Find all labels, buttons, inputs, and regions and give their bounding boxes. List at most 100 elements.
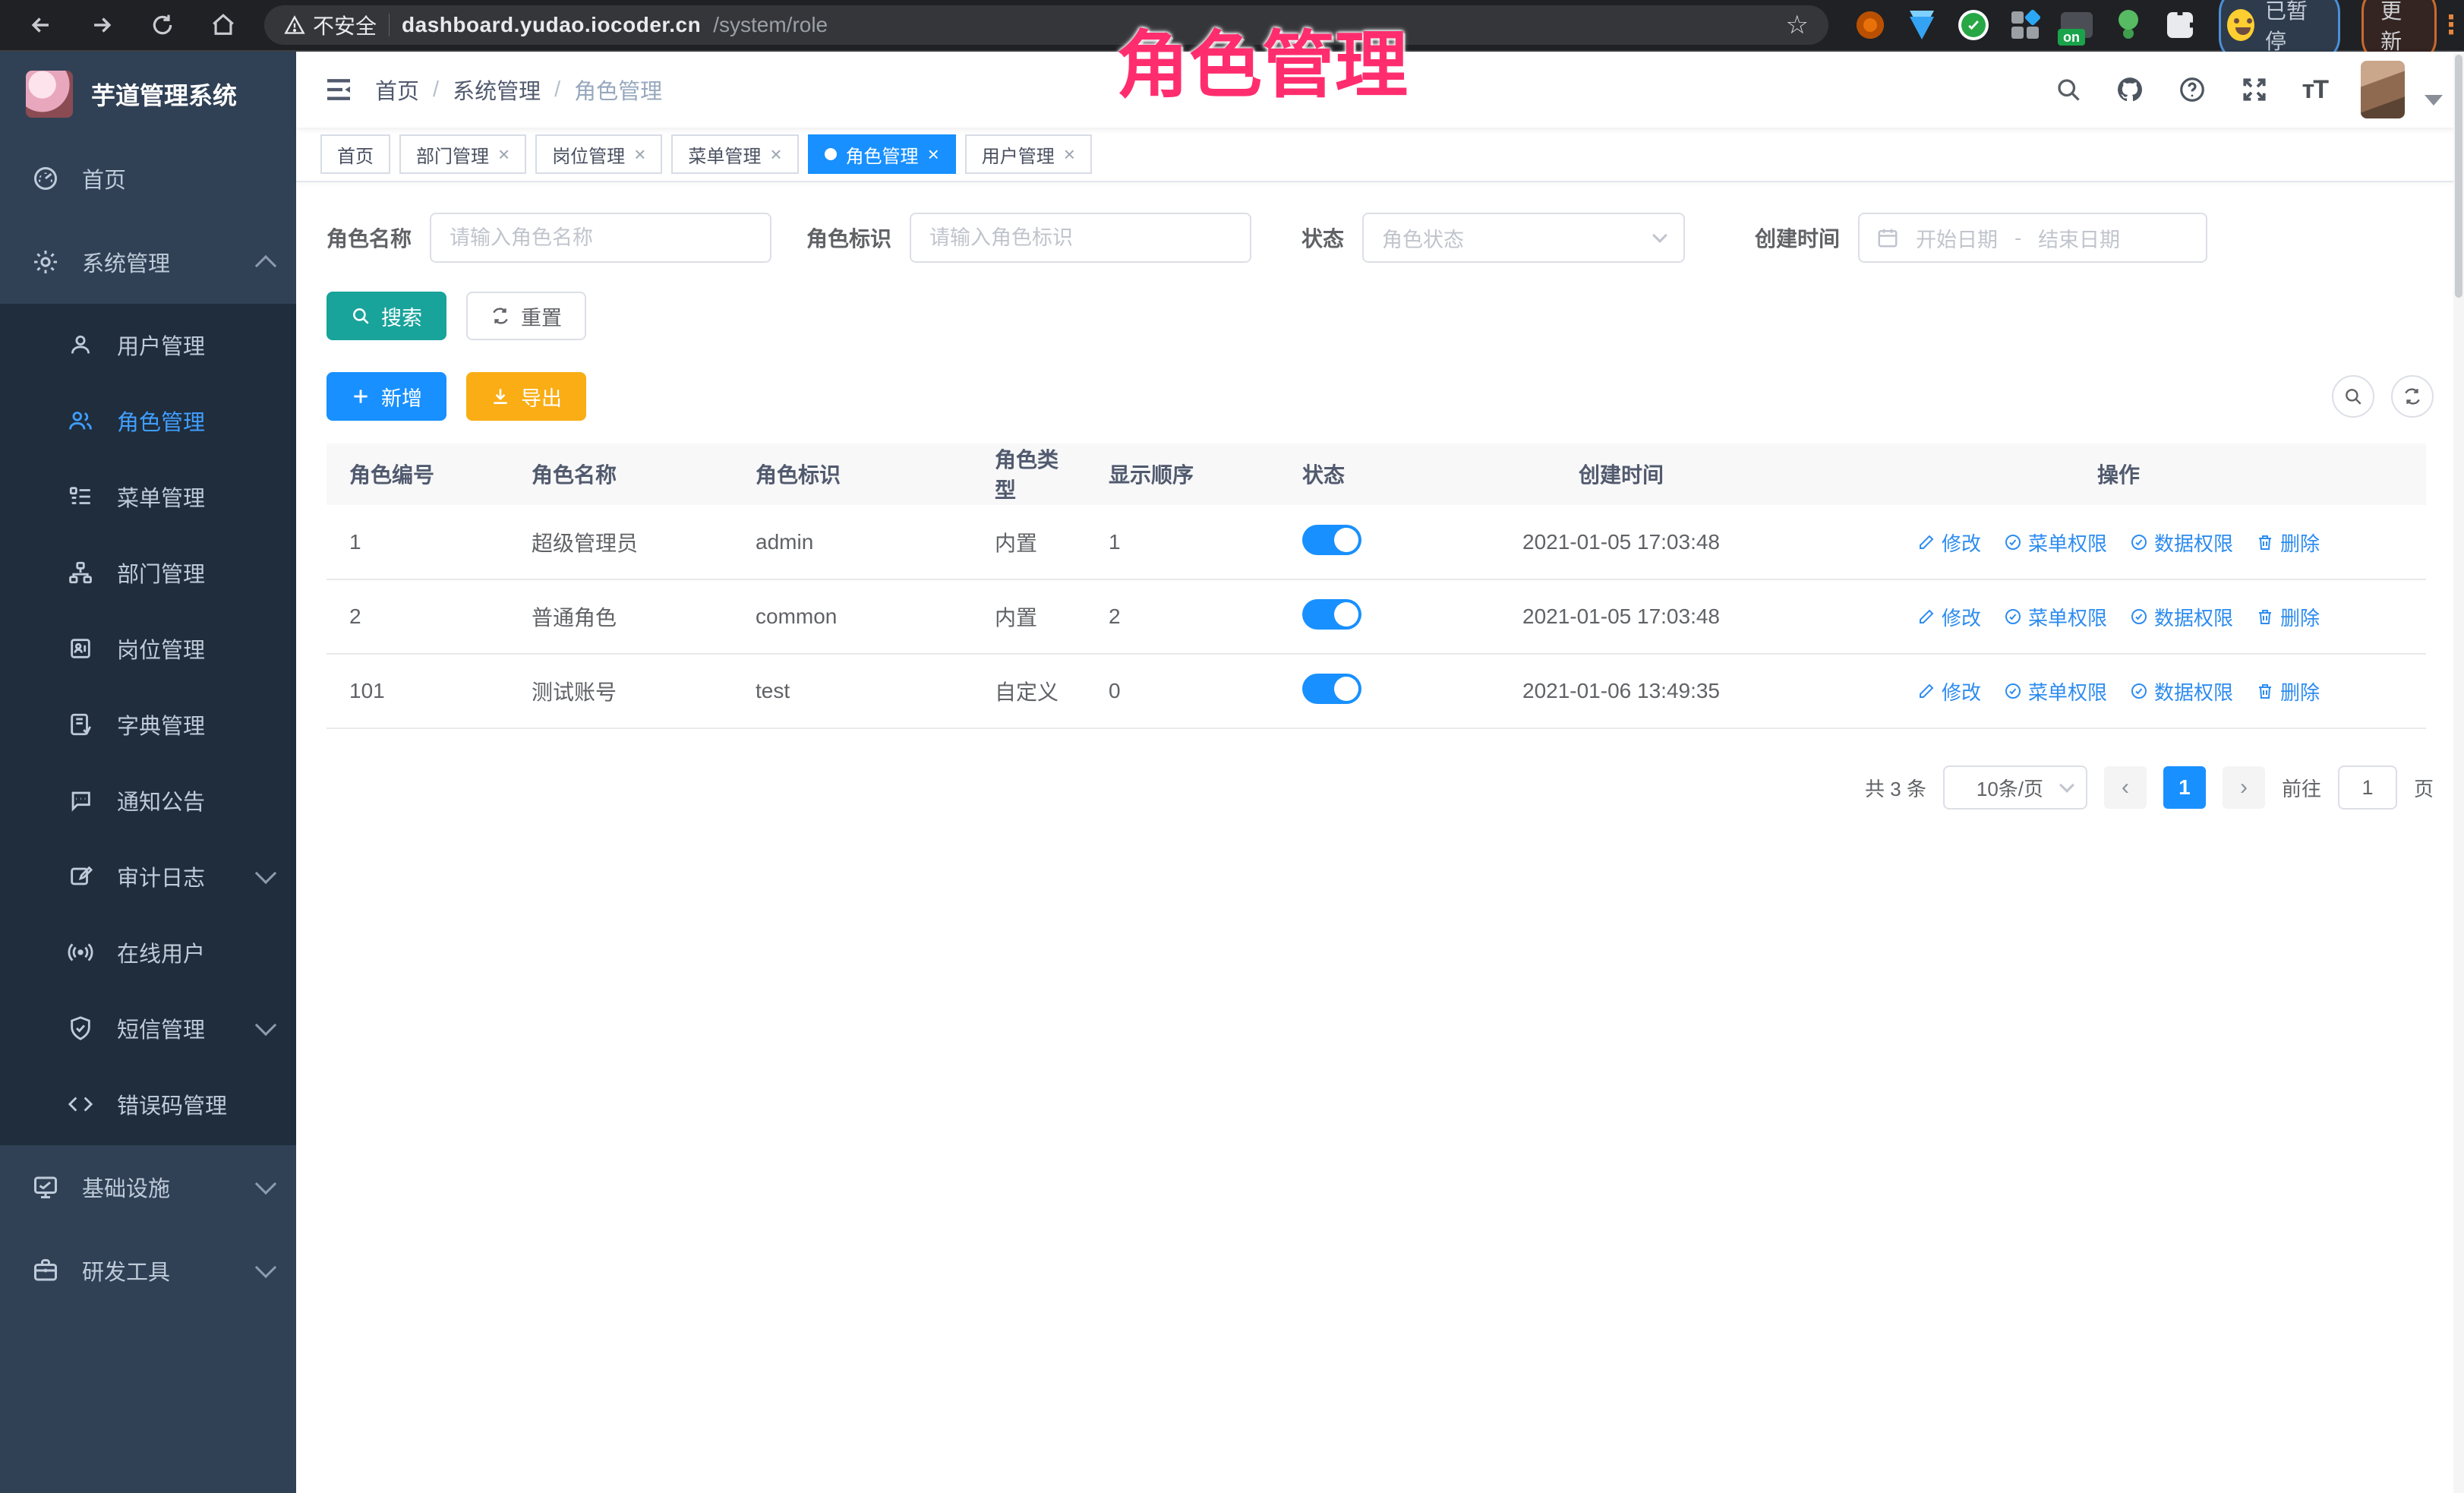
sidebar-item-label: 审计日志	[117, 860, 235, 892]
avatar-caret-icon[interactable]	[2425, 95, 2443, 106]
sidebar-item-post-mgmt[interactable]: 岗位管理	[0, 611, 296, 687]
status-toggle-on[interactable]	[1302, 674, 1361, 704]
menu-permission-link[interactable]: 菜单权限	[2004, 529, 2107, 557]
reset-button-label: 重置	[521, 301, 562, 331]
total-count: 共 3 条	[1865, 774, 1926, 802]
tab-home[interactable]: 首页	[320, 134, 390, 174]
help-icon[interactable]	[2178, 75, 2207, 104]
data-permission-link[interactable]: 数据权限	[2130, 529, 2233, 557]
menu-permission-link[interactable]: 菜单权限	[2004, 603, 2107, 631]
refresh-icon	[2402, 387, 2422, 406]
data-permission-link[interactable]: 数据权限	[2130, 677, 2233, 705]
circle-check-icon	[2004, 608, 2022, 626]
close-icon[interactable]: ×	[770, 143, 781, 166]
sidebar-item-user-mgmt[interactable]: 用户管理	[0, 307, 296, 383]
forward-icon[interactable]	[82, 5, 121, 45]
sidebar-collapse-icon[interactable]	[322, 73, 355, 106]
not-secure-badge[interactable]: 不安全	[284, 10, 377, 40]
extension-green-figure-icon[interactable]	[2112, 9, 2144, 41]
bookmark-star-icon[interactable]: ☆	[1786, 10, 1809, 40]
sidebar-item-label: 首页	[82, 163, 273, 194]
sidebar-logo[interactable]: 芋道管理系统	[0, 52, 296, 137]
sidebar-item-dept-mgmt[interactable]: 部门管理	[0, 535, 296, 611]
data-permission-link[interactable]: 数据权限	[2130, 603, 2233, 631]
delete-link[interactable]: 删除	[2256, 603, 2320, 631]
sidebar-item-sms-mgmt[interactable]: 短信管理	[0, 990, 296, 1066]
breadcrumb-home[interactable]: 首页	[375, 74, 419, 106]
tab-menu[interactable]: 菜单管理 ×	[671, 134, 798, 174]
breadcrumb-system[interactable]: 系统管理	[453, 74, 541, 106]
reload-icon[interactable]	[143, 5, 182, 45]
sidebar-item-label: 用户管理	[117, 329, 273, 361]
extension-on-badge-icon[interactable]: on	[2061, 9, 2093, 41]
font-size-icon[interactable]: тТ	[2302, 75, 2327, 105]
chrome-menu-kebab-icon[interactable]: ⋮	[2438, 10, 2464, 40]
sidebar-item-notice-mgmt[interactable]: 通知公告	[0, 762, 296, 838]
comment-icon	[67, 788, 94, 813]
export-button[interactable]: 导出	[466, 372, 586, 421]
sidebar-item-system[interactable]: 系统管理	[0, 220, 296, 304]
page-size-select[interactable]: 10条/页	[1943, 765, 2087, 810]
delete-link[interactable]: 删除	[2256, 677, 2320, 705]
goto-page-input[interactable]	[2338, 765, 2397, 810]
sidebar-item-dict-mgmt[interactable]: 字典管理	[0, 687, 296, 762]
breadcrumb: 首页 / 系统管理 / 角色管理	[375, 74, 662, 106]
extension-orange-icon[interactable]	[1854, 9, 1886, 41]
edit-icon	[1917, 608, 1936, 626]
tab-user[interactable]: 用户管理 ×	[965, 134, 1092, 174]
edit-link[interactable]: 修改	[1917, 529, 1981, 557]
status-toggle-on[interactable]	[1302, 525, 1361, 555]
sidebar-item-devtools[interactable]: 研发工具	[0, 1229, 296, 1312]
status-toggle-on[interactable]	[1302, 599, 1361, 630]
address-divider	[389, 14, 390, 36]
add-button[interactable]: 新增	[327, 372, 446, 421]
fullscreen-icon[interactable]	[2240, 75, 2269, 104]
header-search-icon[interactable]	[2055, 76, 2082, 103]
sidebar-item-infra[interactable]: 基础设施	[0, 1145, 296, 1229]
extension-grid-icon[interactable]	[2009, 9, 2041, 41]
table-row: 2 普通角色 common 内置 2 2021-01-05 17:03:48 修…	[327, 579, 2426, 654]
reset-button[interactable]: 重置	[466, 292, 586, 340]
col-create-time: 创建时间	[1431, 443, 1811, 505]
chevron-down-icon	[2059, 778, 2074, 793]
extension-gem-icon[interactable]	[1906, 9, 1938, 41]
home-icon[interactable]	[203, 5, 243, 45]
delete-link[interactable]: 删除	[2256, 529, 2320, 557]
page-number-active[interactable]: 1	[2163, 766, 2206, 809]
sidebar-item-errcode-mgmt[interactable]: 错误码管理	[0, 1066, 296, 1142]
extensions-puzzle-icon[interactable]	[2164, 9, 2196, 41]
user-avatar[interactable]	[2361, 61, 2405, 118]
close-icon[interactable]: ×	[1064, 143, 1075, 166]
date-range-picker[interactable]: 开始日期 - 结束日期	[1858, 213, 2207, 263]
scrollbar-thumb[interactable]	[2455, 55, 2462, 298]
close-icon[interactable]: ×	[498, 143, 510, 166]
tab-dept[interactable]: 部门管理 ×	[399, 134, 526, 174]
refresh-table-button[interactable]	[2391, 375, 2434, 418]
sidebar-item-home[interactable]: 首页	[0, 137, 296, 220]
role-name-input[interactable]	[430, 213, 771, 263]
back-icon[interactable]	[21, 5, 61, 45]
status-select-placeholder: 角色状态	[1382, 223, 1655, 253]
sidebar-item-audit-log[interactable]: 审计日志	[0, 838, 296, 914]
sidebar-item-role-mgmt[interactable]: 角色管理	[0, 383, 296, 459]
next-page-button[interactable]: ›	[2223, 766, 2265, 809]
edit-link[interactable]: 修改	[1917, 603, 1981, 631]
cell-role-name: 普通角色	[509, 579, 733, 654]
close-icon[interactable]: ×	[928, 143, 939, 166]
edit-link[interactable]: 修改	[1917, 677, 1981, 705]
github-icon[interactable]	[2115, 75, 2144, 104]
address-bar[interactable]: 不安全 dashboard.yudao.iocoder.cn/system/ro…	[264, 5, 1828, 45]
role-key-input[interactable]	[910, 213, 1251, 263]
status-select[interactable]: 角色状态	[1362, 213, 1685, 263]
search-button[interactable]: 搜索	[327, 292, 446, 340]
sidebar-item-menu-mgmt[interactable]: 菜单管理	[0, 459, 296, 535]
extension-green-check-icon[interactable]	[1958, 9, 1989, 41]
prev-page-button[interactable]: ‹	[2104, 766, 2147, 809]
window-scrollbar[interactable]	[2453, 53, 2464, 1493]
sidebar-item-online-users[interactable]: 在线用户	[0, 914, 296, 990]
menu-permission-link[interactable]: 菜单权限	[2004, 677, 2107, 705]
toggle-search-button[interactable]	[2332, 375, 2374, 418]
tab-post[interactable]: 岗位管理 ×	[535, 134, 662, 174]
tab-role-active[interactable]: 角色管理 ×	[808, 134, 956, 174]
close-icon[interactable]: ×	[634, 143, 645, 166]
